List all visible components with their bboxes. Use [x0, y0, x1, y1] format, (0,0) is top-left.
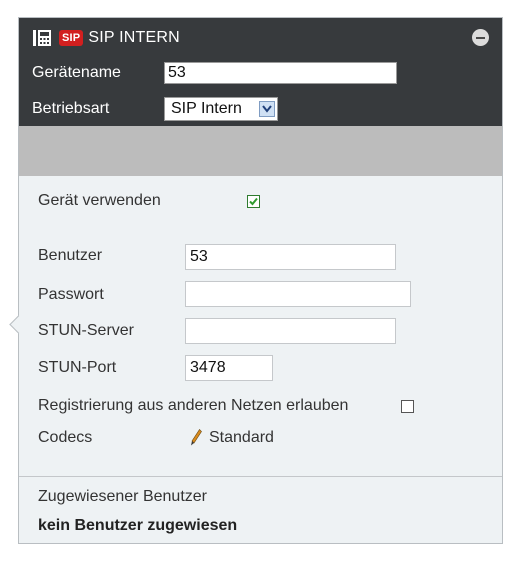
panel-title: SIP INTERN: [88, 29, 180, 46]
codecs-link[interactable]: Standard: [209, 429, 274, 447]
allow-other-networks-label: Registrierung aus anderen Netzen erlaube…: [38, 397, 349, 414]
header-band: [19, 126, 502, 176]
user-input[interactable]: [185, 244, 396, 270]
assigned-user-label: Zugewiesener Benutzer: [38, 488, 207, 505]
assigned-user-value: kein Benutzer zugewiesen: [38, 517, 238, 534]
panel-header: SIP SIP INTERN Gerätename Betriebsart SI…: [19, 18, 502, 126]
panel-title-row: SIP SIP INTERN: [32, 27, 180, 49]
use-device-checkbox[interactable]: [247, 195, 260, 208]
pencil-icon[interactable]: [190, 429, 202, 447]
mode-select-value: SIP Intern: [171, 100, 242, 117]
stun-server-label: STUN-Server: [38, 322, 135, 339]
device-name-label: Gerätename: [32, 64, 121, 81]
stun-port-label: STUN-Port: [38, 359, 117, 376]
dropdown-arrow-icon[interactable]: [259, 101, 275, 117]
mode-label: Betriebsart: [32, 100, 110, 117]
device-name-input[interactable]: [164, 62, 397, 84]
allow-other-networks-checkbox[interactable]: [401, 400, 414, 413]
codecs-label: Codecs: [38, 429, 93, 446]
checkmark-icon: [249, 197, 258, 206]
stun-server-input[interactable]: [185, 318, 396, 344]
divider: [19, 476, 502, 477]
mode-select[interactable]: SIP Intern: [164, 97, 278, 121]
sip-badge: SIP: [59, 30, 84, 46]
device-icon: [32, 28, 52, 48]
collapse-icon[interactable]: [472, 29, 489, 46]
password-label: Passwort: [38, 286, 104, 303]
use-device-label: Gerät verwenden: [38, 192, 161, 209]
user-label: Benutzer: [38, 247, 103, 264]
device-panel: SIP SIP INTERN Gerätename Betriebsart SI…: [9, 17, 503, 544]
stun-port-input[interactable]: [185, 355, 273, 381]
panel-pointer: [9, 315, 28, 334]
password-input[interactable]: [185, 281, 411, 307]
